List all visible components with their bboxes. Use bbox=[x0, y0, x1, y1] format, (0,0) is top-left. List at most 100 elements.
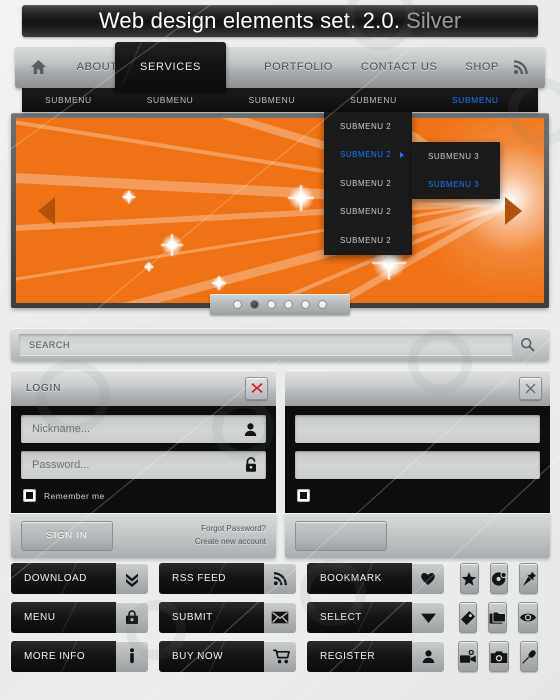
search-input-value: SEARCH bbox=[29, 339, 71, 350]
blank-panel-footer bbox=[285, 513, 550, 558]
submenu-item[interactable]: SUBMENU bbox=[40, 95, 97, 105]
slider-dot-active[interactable] bbox=[250, 300, 259, 309]
download-button[interactable]: DOWNLOAD bbox=[11, 563, 148, 594]
blank-panel bbox=[285, 370, 550, 558]
register-button-label: REGISTER bbox=[320, 651, 376, 662]
star-icon[interactable] bbox=[460, 563, 479, 594]
tag-icon[interactable] bbox=[459, 602, 477, 633]
menu-button[interactable]: MENU bbox=[11, 602, 148, 633]
remember-me-checkbox[interactable] bbox=[23, 489, 36, 502]
login-panel-footer: SIGN IN Forgot Password? Create new acco… bbox=[11, 513, 276, 558]
flyout-item-active[interactable]: SUBMENU 3 bbox=[412, 171, 500, 200]
remember-me-row[interactable]: Remember me bbox=[21, 487, 266, 505]
submit-button[interactable]: SUBMIT bbox=[159, 602, 296, 633]
dropdown-item-label: SUBMENU 2 bbox=[340, 121, 392, 131]
more-info-button[interactable]: MORE INFO bbox=[11, 641, 148, 672]
eye-icon[interactable] bbox=[518, 602, 538, 633]
submenu-item[interactable]: SUBMENU bbox=[345, 95, 402, 105]
close-icon[interactable] bbox=[245, 376, 268, 400]
search-bar: SEARCH bbox=[11, 328, 549, 361]
menu-button-label: MENU bbox=[24, 612, 56, 623]
search-icon[interactable] bbox=[513, 337, 541, 352]
dropdown-item[interactable]: SUBMENU 2 bbox=[324, 112, 412, 141]
nav-item-services[interactable]: SERVICES bbox=[115, 42, 226, 92]
nav-item-shop[interactable]: SHOP bbox=[451, 46, 513, 88]
photo-camera-icon[interactable] bbox=[489, 641, 509, 672]
password-field[interactable]: Password... bbox=[21, 451, 266, 479]
home-icon[interactable] bbox=[15, 59, 63, 75]
create-account-link[interactable]: Create new account bbox=[195, 536, 266, 548]
nav-item-portfolio[interactable]: PORTFOLIO bbox=[250, 46, 347, 88]
arrow-left-icon[interactable] bbox=[38, 196, 55, 225]
sparkle bbox=[161, 234, 183, 256]
dropdown-item-label: SUBMENU 2 bbox=[340, 178, 392, 188]
dropdown-item-label: SUBMENU 2 bbox=[340, 150, 392, 160]
login-panel: LOGIN Nickname... Password... Remember m… bbox=[11, 370, 276, 558]
button-row: MENU SUBMIT SELECT bbox=[11, 602, 549, 633]
dropdown-item-active[interactable]: SUBMENU 2 bbox=[324, 141, 412, 170]
login-panel-header: LOGIN bbox=[11, 370, 276, 406]
slider-dot[interactable] bbox=[301, 300, 310, 309]
button-row: MORE INFO BUY NOW REGISTER bbox=[11, 641, 549, 672]
slider-dot[interactable] bbox=[233, 300, 242, 309]
slider-pagination[interactable] bbox=[210, 294, 350, 315]
submenu-item[interactable]: SUBMENU bbox=[243, 95, 300, 105]
password-placeholder: Password... bbox=[32, 459, 90, 471]
envelope-icon bbox=[264, 602, 296, 633]
user-icon bbox=[243, 422, 258, 437]
blank-panel-button[interactable] bbox=[295, 520, 387, 551]
pushpin-icon[interactable] bbox=[519, 563, 539, 594]
submenu-flyout: SUBMENU 3 SUBMENU 3 bbox=[412, 142, 500, 199]
submenu-item[interactable]: SUBMENU bbox=[142, 95, 199, 105]
flyout-item-label: SUBMENU 3 bbox=[428, 180, 480, 190]
slider-dot[interactable] bbox=[318, 300, 327, 309]
bookmark-button[interactable]: BOOKMARK bbox=[307, 563, 444, 594]
nav-item-label: SERVICES bbox=[139, 61, 202, 73]
submenu-bar: SUBMENU SUBMENU SUBMENU SUBMENU SUBMENU bbox=[22, 88, 538, 112]
slider-dot[interactable] bbox=[284, 300, 293, 309]
rss-icon[interactable] bbox=[513, 59, 545, 75]
submenu-item-active[interactable]: SUBMENU bbox=[447, 95, 504, 105]
user-icon bbox=[412, 641, 444, 672]
microphone-icon[interactable] bbox=[520, 641, 538, 672]
rss-icon bbox=[264, 563, 296, 594]
flyout-item[interactable]: SUBMENU 3 bbox=[412, 142, 500, 171]
rss-feed-button[interactable]: RSS FEED bbox=[159, 563, 296, 594]
main-navigation: ABOUT US PORTFOLIO CONTACT US SHOP SERVI… bbox=[15, 42, 545, 92]
submit-button-label: SUBMIT bbox=[172, 612, 213, 623]
dropdown-item[interactable]: SUBMENU 2 bbox=[324, 198, 412, 227]
blank-panel-header bbox=[285, 370, 550, 406]
select-button-label: SELECT bbox=[320, 612, 362, 623]
blank-field-2[interactable] bbox=[295, 451, 540, 479]
button-grid: DOWNLOAD RSS FEED BOOKMARK MENU SUBMIT S… bbox=[11, 563, 549, 680]
dropdown-item[interactable]: SUBMENU 2 bbox=[324, 226, 412, 255]
chevron-right-icon bbox=[400, 151, 404, 158]
blank-field-1[interactable] bbox=[295, 415, 540, 443]
slider-dot[interactable] bbox=[267, 300, 276, 309]
select-button[interactable]: SELECT bbox=[307, 602, 444, 633]
folder-icon[interactable] bbox=[488, 602, 507, 633]
nickname-field[interactable]: Nickname... bbox=[21, 415, 266, 443]
flyout-item-label: SUBMENU 3 bbox=[428, 151, 480, 161]
buy-now-button[interactable]: BUY NOW bbox=[159, 641, 296, 672]
nav-item-contact-us[interactable]: CONTACT US bbox=[347, 46, 452, 88]
video-camera-icon[interactable] bbox=[458, 641, 478, 672]
sign-in-button[interactable]: SIGN IN bbox=[21, 520, 113, 551]
sign-in-label: SIGN IN bbox=[46, 530, 88, 541]
search-input[interactable]: SEARCH bbox=[19, 334, 513, 355]
nav-item-label: PORTFOLIO bbox=[264, 61, 333, 73]
info-icon bbox=[116, 641, 148, 672]
arrow-right-icon[interactable] bbox=[505, 196, 522, 225]
nav-item-label: SHOP bbox=[465, 61, 499, 73]
lock-icon bbox=[244, 457, 258, 473]
blank-checkbox[interactable] bbox=[297, 489, 310, 502]
dropdown-item[interactable]: SUBMENU 2 bbox=[324, 169, 412, 198]
close-icon[interactable] bbox=[519, 376, 542, 400]
sparkle bbox=[288, 185, 314, 211]
remember-me-label: Remember me bbox=[44, 490, 105, 501]
register-button[interactable]: REGISTER bbox=[307, 641, 444, 672]
blank-checkbox-row[interactable] bbox=[295, 487, 540, 505]
app-title-bar: Web design elements set. 2.0. Silver bbox=[22, 5, 538, 37]
forgot-password-link[interactable]: Forgot Password? bbox=[195, 523, 266, 535]
disc-icon[interactable] bbox=[489, 563, 509, 594]
